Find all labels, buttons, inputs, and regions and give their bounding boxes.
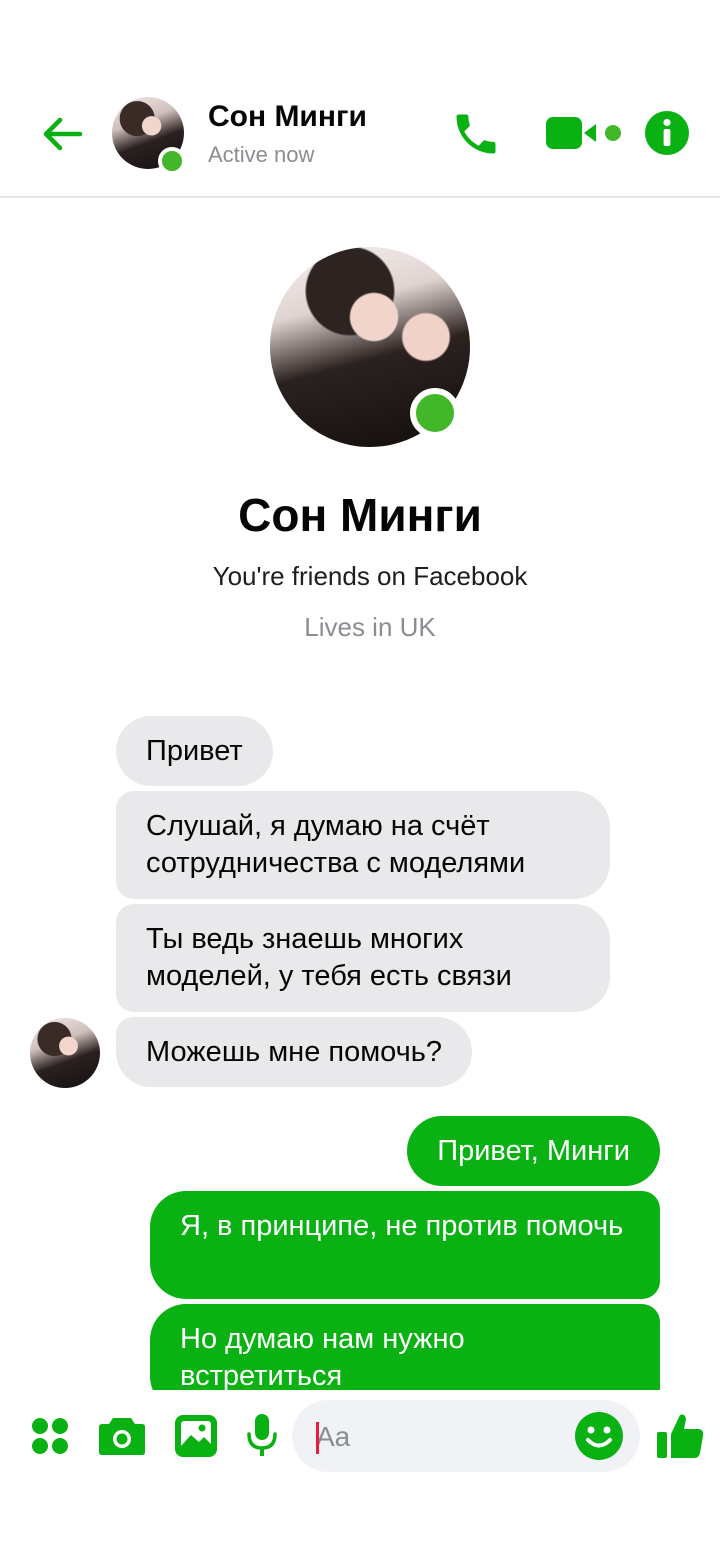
sender-avatar[interactable] [30, 1018, 100, 1088]
emoji-icon[interactable] [574, 1411, 624, 1461]
contact-name[interactable]: Сон Минги [208, 100, 367, 134]
message-list[interactable]: Привет Слушай, я думаю на счёт сотруднич… [0, 700, 720, 1390]
online-indicator [158, 147, 186, 175]
info-icon[interactable] [644, 110, 690, 156]
friendship-info: You're friends on Facebook [212, 561, 528, 591]
chat-header: Сон Минги Active now [0, 0, 720, 198]
apps-grid-icon[interactable] [30, 1416, 70, 1456]
video-camera-icon[interactable] [544, 113, 626, 153]
message-input[interactable] [314, 1416, 568, 1458]
thumbs-up-icon[interactable] [654, 1410, 706, 1462]
profile-name: Сон Минги [238, 489, 482, 541]
image-icon[interactable] [174, 1414, 218, 1458]
microphone-icon[interactable] [246, 1412, 278, 1460]
profile-online-indicator [410, 388, 460, 438]
message-composer [0, 1390, 720, 1490]
incoming-message[interactable]: Ты ведь знаешь многих моделей, у тебя ес… [116, 904, 610, 1012]
outgoing-message[interactable]: Но думаю нам нужно встретиться [150, 1304, 660, 1390]
incoming-message[interactable]: Привет [116, 716, 273, 786]
camera-icon[interactable] [98, 1414, 146, 1456]
incoming-message[interactable]: Можешь мне помочь? [116, 1017, 472, 1087]
incoming-message[interactable]: Слушай, я думаю на счёт сотрудничества с… [116, 791, 610, 899]
contact-status: Active now [208, 142, 315, 167]
text-cursor [316, 1422, 319, 1454]
location-info: Lives in UK [304, 612, 436, 642]
outgoing-message[interactable]: Привет, Минги [407, 1116, 660, 1186]
phone-icon[interactable] [450, 108, 502, 160]
arrow-left-icon[interactable] [38, 110, 86, 158]
message-input-container[interactable] [292, 1400, 640, 1472]
outgoing-message[interactable]: Я, в принципе, не против помочь [150, 1191, 660, 1299]
